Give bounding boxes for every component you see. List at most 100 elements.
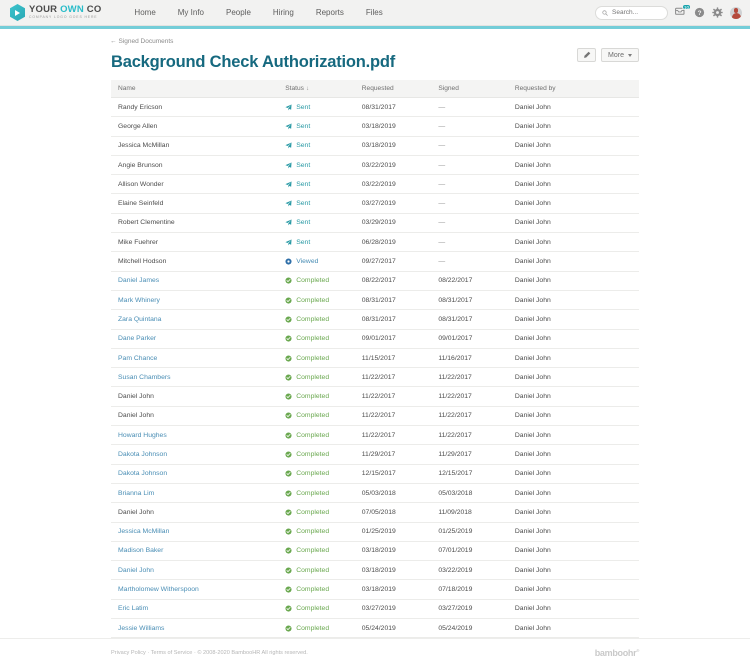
cell-signed: 01/25/2019 [438,522,515,542]
table-row[interactable]: Martholomew Witherspoon Completed 03/18/20… [111,579,639,600]
cell-requested-by: Daniel John [514,174,639,195]
logo-hexagon-icon [10,4,25,21]
signed-date: — [438,142,446,150]
settings-button[interactable] [712,7,723,18]
table-row[interactable]: Pam Chance Completed 11/15/2017 11/16/2017 D… [111,348,639,369]
employee-name[interactable]: Jessie Williams [118,625,164,632]
employee-name[interactable]: Dakota Johnson [118,470,167,477]
cell-requested: 06/28/2019 [361,232,439,253]
cell-name: Mike Fuehrer [111,232,286,253]
cell-requested: 03/18/2019 [361,116,439,137]
column-header-status[interactable]: Status ↓ [285,80,362,98]
employee-name[interactable]: Howard Hughes [118,432,167,439]
nav-item-reports[interactable]: Reports [305,3,355,22]
nav-item-my-info[interactable]: My Info [167,3,215,22]
cell-name: Jessica McMillan [111,522,286,542]
column-header-signed[interactable]: Signed [438,80,515,98]
paper-plane-icon [285,142,292,149]
cell-status: Completed [285,309,362,330]
column-header-name[interactable]: Name [111,80,286,98]
footer-privacy-policy-link[interactable]: Privacy Policy [111,650,146,656]
nav-item-files[interactable]: Files [355,3,394,22]
table-row[interactable]: Daniel John Completed 11/22/2017 11/22/2017… [111,386,639,407]
search-box[interactable] [595,5,668,20]
table-row[interactable]: Mark Whinery Completed 08/31/2017 08/31/201… [111,290,639,311]
status-badge: Sent [285,219,362,226]
employee-name[interactable]: Dakota Johnson [118,451,167,458]
cell-requested-by: Daniel John [514,232,639,253]
employee-name[interactable]: Eric Latim [118,605,148,612]
table-row[interactable]: Mike Fuehrer Sent 06/28/2019 — Daniel John [111,232,639,253]
table-row[interactable]: Allison Wonder Sent 03/22/2019 — Daniel John [111,174,639,195]
employee-name[interactable]: Dane Parker [118,335,156,342]
requested-date: 06/28/2019 [361,238,396,246]
table-row[interactable]: George Allen Sent 03/18/2019 — Daniel John [111,116,639,137]
table-row[interactable]: Madison Baker Completed 03/18/2019 07/01/20… [111,541,639,562]
cell-requested-by: Daniel John [514,425,639,446]
table-row[interactable]: Dakota Johnson Completed 11/29/2017 11/29/2… [111,444,639,465]
cell-signed: 07/18/2019 [438,579,515,600]
signed-date: — [438,258,446,266]
cell-requested-by: Daniel John [514,464,639,484]
employee-name[interactable]: Daniel John [118,567,154,574]
employee-name: Elaine Seinfeld [118,200,164,208]
table-row[interactable]: Daniel John Completed 11/22/2017 11/22/2017… [111,406,639,427]
table-row[interactable]: Randy Ericson Sent 08/31/2017 — Daniel John [111,97,639,118]
employee-name[interactable]: Martholomew Witherspoon [118,586,199,593]
table-row[interactable]: Howard Hughes Completed 11/22/2017 11/22/20… [111,425,639,446]
column-header-requested[interactable]: Requested [361,80,439,98]
employee-name[interactable]: Mark Whinery [118,297,160,304]
table-row[interactable]: Robert Clementine Sent 03/29/2019 — Daniel J… [111,213,639,234]
inbox-button[interactable]: 10 [675,4,691,18]
employee-name[interactable]: Madison Baker [118,547,163,554]
employee-name[interactable]: Susan Chambers [118,374,171,381]
status-badge: Sent [285,239,362,246]
edit-button[interactable] [577,48,597,62]
cell-requested: 03/27/2019 [361,193,439,214]
search-input[interactable] [612,9,661,16]
table-row[interactable]: Dane Parker Completed 09/01/2017 09/01/2017… [111,329,639,349]
table-row[interactable]: Angie Brunson Sent 03/22/2019 — Daniel John [111,155,639,176]
table-row[interactable]: Elaine Seinfeld Sent 03/27/2019 — Daniel Joh… [111,193,639,214]
requested-by-name: Daniel John [514,624,551,632]
status-badge: Completed [285,547,362,554]
breadcrumb-signed-documents[interactable]: ← Signed Documents [110,38,173,45]
completed-check-icon [285,470,292,477]
status-label: Completed [296,528,330,536]
employee-name[interactable]: Brianna Lim [118,490,154,497]
table-row[interactable]: Brianna Lim Completed 05/03/2018 05/03/2018… [111,483,639,504]
cell-requested-by: Daniel John [514,502,639,523]
employee-name[interactable]: Pam Chance [118,355,157,362]
help-button[interactable]: ? [694,7,705,18]
table-row[interactable]: Zara Quintana Completed 08/31/2017 08/31/20… [111,309,639,330]
nav-item-people[interactable]: People [215,3,262,22]
employee-name[interactable]: Zara Quintana [118,316,161,323]
status-label: Completed [296,547,330,555]
table-row[interactable]: Daniel James Completed 08/22/2017 08/22/201… [111,271,639,291]
user-avatar[interactable] [730,6,742,19]
requested-by-name: Daniel John [514,142,551,150]
footer-separator-1: · [147,649,150,656]
employee-name: Angie Brunson [118,161,163,169]
column-header-requested-by[interactable]: Requested by [514,80,639,98]
signed-date: 11/22/2017 [438,412,472,420]
employee-name[interactable]: Daniel James [118,277,159,284]
nav-item-hiring[interactable]: Hiring [262,3,305,22]
table-row[interactable]: Jessica McMillan Sent 03/18/2019 — Daniel Jo… [111,136,639,156]
footer-terms-link[interactable]: Terms of Service [151,650,193,656]
table-row[interactable]: Jessica McMillan Completed 01/25/2019 01/25… [111,522,639,542]
cell-name: Robert Clementine [111,213,286,234]
table-row[interactable]: Eric Latim Completed 03/27/2019 03/27/2019 D… [111,599,639,620]
table-row[interactable]: Daniel John Completed 07/05/2018 11/09/2018… [111,502,639,523]
company-logo[interactable]: YOUR OWN CO COMPANY LOGO GOES HERE [6,4,101,21]
table-row[interactable]: Jessie Williams Completed 05/24/2019 05/24/… [111,618,639,639]
nav-item-home[interactable]: Home [123,3,166,22]
employee-name[interactable]: Jessica McMillan [118,528,169,535]
more-button[interactable]: More [601,48,639,62]
cell-signed: 11/22/2017 [438,425,515,446]
table-row[interactable]: Susan Chambers Completed 11/22/2017 11/22/2… [111,367,639,388]
table-row[interactable]: Daniel John Completed 03/18/2019 03/22/2019… [111,560,639,581]
cell-requested-by: Daniel John [514,309,639,330]
table-row[interactable]: Mitchell Hodson Viewed 09/27/2017 — Daniel J… [111,251,639,272]
table-row[interactable]: Dakota Johnson Completed 12/15/2017 12/15/2… [111,464,639,484]
